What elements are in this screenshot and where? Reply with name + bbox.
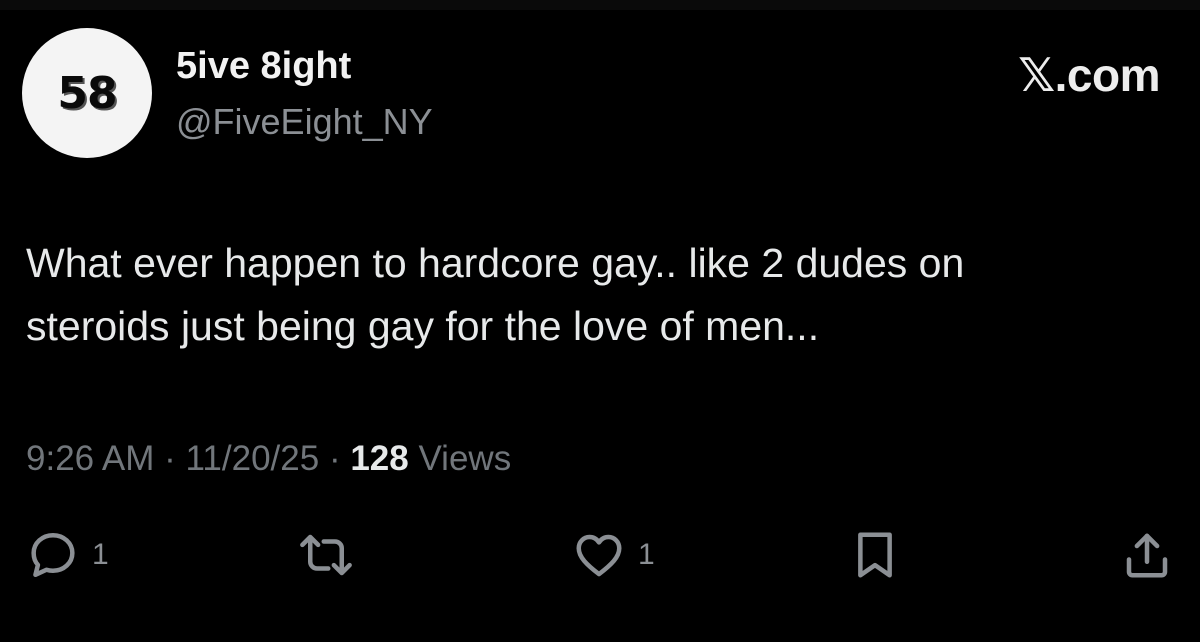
- tweet-text-line: steroids just being gay for the love of …: [26, 303, 820, 349]
- bookmark-icon: [858, 532, 892, 578]
- x-com-badge: 𝕏.com: [1018, 49, 1160, 101]
- tweet-text: What ever happen to hardcore gay.. like …: [26, 232, 1176, 358]
- heart-icon: [576, 534, 622, 577]
- views-label: Views: [418, 439, 512, 478]
- meta-separator: ·: [328, 439, 341, 478]
- tweet-time[interactable]: 9:26 AM: [26, 439, 154, 478]
- share-button[interactable]: [1120, 520, 1174, 590]
- reply-button[interactable]: 1: [26, 520, 109, 590]
- reply-count: 1: [92, 538, 109, 571]
- bookmark-button[interactable]: [848, 520, 902, 590]
- action-bar: 1 1: [0, 520, 1200, 590]
- repost-button[interactable]: [296, 520, 356, 590]
- reply-icon: [31, 532, 75, 578]
- tweet-text-line: What ever happen to hardcore gay.. like …: [26, 240, 965, 286]
- like-button[interactable]: 1: [572, 520, 655, 590]
- avatar[interactable]: 58: [22, 28, 152, 158]
- like-count: 1: [638, 538, 655, 571]
- views-count: 128: [350, 439, 409, 478]
- tweet-date[interactable]: 11/20/25: [186, 439, 320, 478]
- avatar-logo-text: 58: [57, 67, 117, 119]
- author-handle[interactable]: @FiveEight_NY: [176, 100, 433, 144]
- repost-icon: [300, 534, 352, 576]
- author-display-name[interactable]: 5ive 8ight: [176, 44, 351, 88]
- tweet-metadata: 9:26 AM · 11/20/25 · 128 Views: [26, 436, 511, 482]
- share-icon: [1126, 533, 1168, 578]
- meta-separator: ·: [164, 439, 176, 478]
- top-strip: [0, 0, 1200, 10]
